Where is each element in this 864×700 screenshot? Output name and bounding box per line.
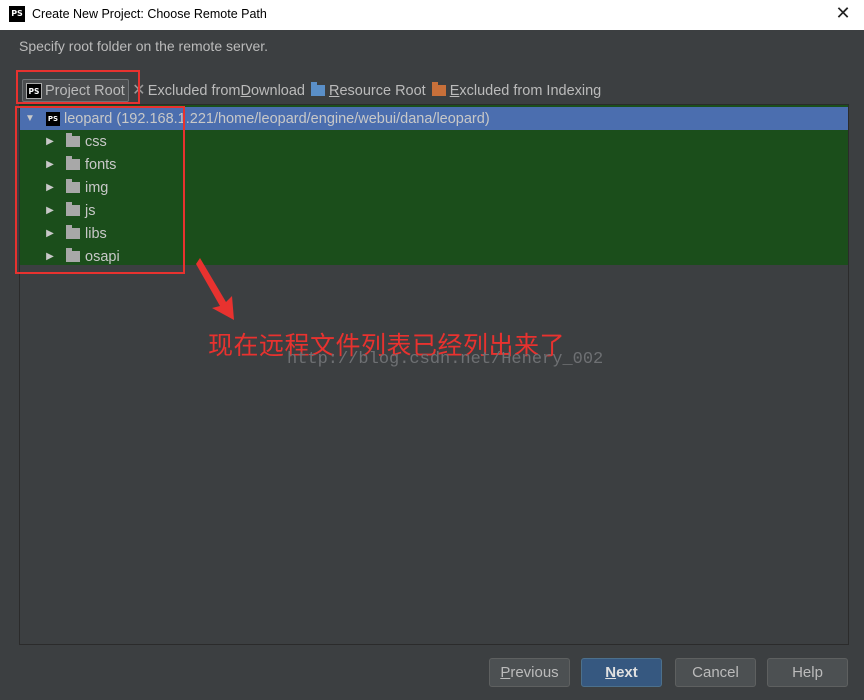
folder-icon bbox=[66, 133, 80, 147]
tree-node-label: fonts bbox=[85, 156, 117, 173]
excluded-indexing-label-mnemonic: E bbox=[449, 82, 460, 99]
triangle-right-icon[interactable]: ▶ bbox=[44, 182, 56, 193]
tree-node-label: osapi bbox=[85, 248, 120, 265]
triangle-right-icon[interactable]: ▶ bbox=[44, 159, 56, 170]
pycharm-app-icon: PS bbox=[9, 6, 25, 22]
resource-root-button[interactable]: Resource Root bbox=[308, 79, 429, 102]
excluded-download-label-mnemonic: D bbox=[240, 82, 251, 99]
tree-node-img[interactable]: ▶ img bbox=[20, 176, 848, 199]
help-button[interactable]: Help bbox=[767, 658, 848, 687]
tree-root-node[interactable]: ▼ PS leopard (192.168.1.221/home/leopard… bbox=[20, 107, 848, 130]
folder-icon bbox=[66, 225, 80, 239]
triangle-right-icon[interactable]: ▶ bbox=[44, 251, 56, 262]
tree-node-label: libs bbox=[85, 225, 107, 242]
annotation-arrow bbox=[196, 258, 234, 320]
tree-node-label: css bbox=[85, 133, 107, 150]
root-type-toolbar: PS Project Root ✕ Excluded from Download… bbox=[22, 79, 604, 102]
watermark-text: http://blog.csdn.net/Henery_002 bbox=[287, 350, 604, 369]
root-node-label: leopard (192.168.1.221/home/leopard/engi… bbox=[64, 110, 490, 127]
window-title: Create New Project: Choose Remote Path bbox=[32, 7, 267, 21]
triangle-right-icon[interactable]: ▶ bbox=[44, 136, 56, 147]
next-label-suffix: ext bbox=[616, 664, 638, 681]
excluded-cross-icon: ✕ bbox=[132, 81, 146, 99]
folder-icon bbox=[66, 202, 80, 216]
remote-folder-tree[interactable]: ▼ PS leopard (192.168.1.221/home/leopard… bbox=[19, 104, 849, 645]
resource-root-label-mnemonic: R bbox=[328, 82, 340, 99]
next-button[interactable]: Next bbox=[581, 658, 662, 687]
tree-node-label: img bbox=[85, 179, 109, 196]
excluded-download-label-suffix: ownload bbox=[250, 82, 305, 99]
triangle-down-icon[interactable]: ▼ bbox=[24, 113, 36, 124]
folder-icon bbox=[66, 248, 80, 262]
folder-icon bbox=[66, 156, 80, 170]
excluded-from-indexing-button[interactable]: Excluded from Indexing bbox=[429, 79, 605, 102]
instruction-text: Specify root folder on the remote server… bbox=[19, 38, 269, 54]
tree-node-label: js bbox=[85, 202, 96, 219]
excluded-from-download-button[interactable]: ✕ Excluded from Download bbox=[129, 79, 308, 102]
previous-button[interactable]: Previous bbox=[489, 658, 570, 687]
project-root-label: Project Root bbox=[45, 82, 125, 99]
next-mnemonic: N bbox=[605, 664, 617, 681]
excluded-download-label-prefix: Excluded from bbox=[147, 82, 241, 99]
title-bar: PS Create New Project: Choose Remote Pat… bbox=[0, 0, 864, 30]
previous-label-suffix: revious bbox=[510, 664, 559, 681]
project-root-button[interactable]: PS Project Root bbox=[22, 79, 129, 102]
excluded-indexing-label-suffix: xcluded from Indexing bbox=[459, 82, 602, 99]
cancel-button[interactable]: Cancel bbox=[675, 658, 756, 687]
previous-mnemonic: P bbox=[500, 664, 511, 681]
tree-node-fonts[interactable]: ▶ fonts bbox=[20, 153, 848, 176]
tree-node-css[interactable]: ▶ css bbox=[20, 130, 848, 153]
triangle-right-icon[interactable]: ▶ bbox=[44, 205, 56, 216]
close-icon[interactable]: ✕ bbox=[830, 2, 856, 28]
project-root-icon: PS bbox=[26, 82, 42, 99]
tree-node-js[interactable]: ▶ js bbox=[20, 199, 848, 222]
resource-folder-icon bbox=[310, 82, 325, 96]
folder-icon bbox=[66, 179, 80, 193]
resource-root-label-suffix: esource Root bbox=[339, 82, 426, 99]
project-icon: PS bbox=[46, 111, 60, 126]
tree-node-libs[interactable]: ▶ libs bbox=[20, 222, 848, 245]
triangle-right-icon[interactable]: ▶ bbox=[44, 228, 56, 239]
excluded-folder-icon bbox=[431, 82, 446, 96]
tree-node-osapi[interactable]: ▶ osapi bbox=[20, 245, 848, 268]
